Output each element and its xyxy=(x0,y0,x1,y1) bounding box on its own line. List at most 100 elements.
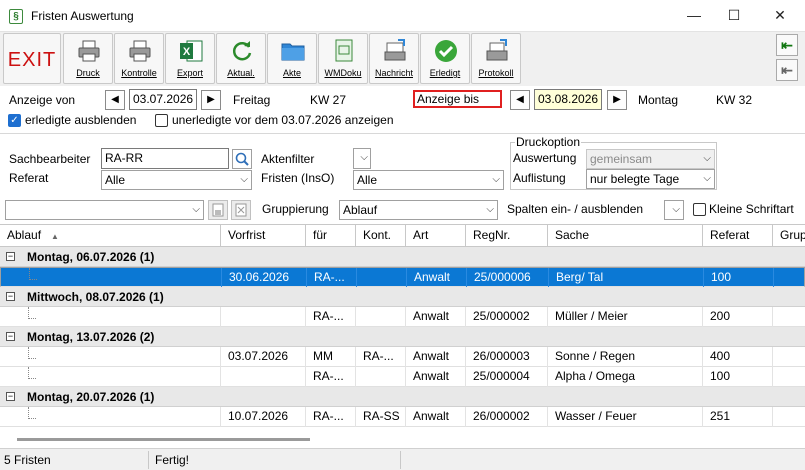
grouping-select[interactable]: Ablauf ⌵ xyxy=(339,200,498,220)
small-font-checkbox[interactable] xyxy=(693,203,706,216)
folder-icon xyxy=(281,43,305,61)
column-header-regnr[interactable]: RegNr. xyxy=(466,225,548,247)
save-view-button[interactable] xyxy=(208,200,228,220)
file-filter-dropdown[interactable]: ⌵ xyxy=(353,148,371,169)
protokoll-button[interactable]: Protokoll xyxy=(471,33,521,84)
collapse-icon[interactable]: − xyxy=(6,252,15,261)
from-weekday: Freitag xyxy=(233,93,271,107)
column-header-referat[interactable]: Referat xyxy=(703,225,773,247)
sort-ascending-icon: ▲ xyxy=(51,232,59,241)
document-icon xyxy=(335,39,353,62)
list-value: nur belegte Tage xyxy=(590,172,680,186)
to-prev-button[interactable]: ◀ xyxy=(510,90,530,110)
maximize-button[interactable]: ☐ xyxy=(714,0,754,30)
chevron-down-icon: ⌵ xyxy=(360,152,368,163)
table-row[interactable]: RA-... Anwalt 25/000002 Müller / Meier 200 xyxy=(0,307,805,327)
nav-right-enter-icon[interactable]: ⇤ xyxy=(776,34,798,56)
eval-select[interactable]: gemeinsam ⌵ xyxy=(586,149,715,169)
column-header-ablauf[interactable]: Ablauf ▲ xyxy=(0,225,221,247)
druck-label: Druck xyxy=(76,68,100,78)
minimize-button[interactable]: — xyxy=(674,0,714,30)
group-title: Montag, 20.07.2026 (1) xyxy=(27,390,155,404)
cell-referat: 100 xyxy=(704,268,774,288)
column-header-fuer[interactable]: für xyxy=(306,225,356,247)
group-header[interactable]: − Mittwoch, 08.07.2026 (1) xyxy=(0,287,805,307)
search-icon xyxy=(235,152,249,166)
collapse-icon[interactable]: − xyxy=(6,392,15,401)
group-title: Mittwoch, 08.07.2026 (1) xyxy=(27,290,164,304)
to-date-input[interactable]: 03.08.2026 xyxy=(534,89,602,110)
horizontal-scrollbar[interactable] xyxy=(17,438,310,441)
cell-ablauf xyxy=(0,367,221,387)
chevron-down-icon: ⌵ xyxy=(486,204,494,215)
close-button[interactable]: ✕ xyxy=(760,0,800,30)
table-row[interactable]: RA-... Anwalt 25/000004 Alpha / Omega 100 xyxy=(0,367,805,387)
saved-view-select[interactable]: ⌵ xyxy=(5,200,204,220)
export-button[interactable]: X Export xyxy=(165,33,215,84)
eval-label: Auswertung xyxy=(513,151,577,165)
group-header[interactable]: − Montag, 06.07.2026 (1) xyxy=(0,247,805,267)
cell-ablauf xyxy=(0,407,221,427)
cell-art: Anwalt xyxy=(406,347,466,367)
hide-done-checkbox[interactable]: ✓ xyxy=(8,114,21,127)
column-header-vorfrist[interactable]: Vorfrist xyxy=(221,225,306,247)
druck-button[interactable]: Druck xyxy=(63,33,113,84)
group-header[interactable]: − Montag, 20.07.2026 (1) xyxy=(0,387,805,407)
delete-icon xyxy=(235,203,247,217)
dept-select[interactable]: Alle ⌵ xyxy=(101,170,252,190)
from-prev-button[interactable]: ◀ xyxy=(105,90,125,110)
cell-kont: RA-SS xyxy=(356,407,406,427)
cell-sache: Sonne / Regen xyxy=(548,347,703,367)
column-header-grup[interactable]: Grup xyxy=(773,225,805,247)
cell-grup xyxy=(773,347,805,367)
wmdoku-button[interactable]: WMDoku xyxy=(318,33,368,84)
nachricht-button[interactable]: Nachricht xyxy=(369,33,419,84)
cell-grup xyxy=(773,307,805,327)
collapse-icon[interactable]: − xyxy=(6,332,15,341)
wmdoku-label: WMDoku xyxy=(324,68,362,78)
aktualisieren-button[interactable]: Aktual. xyxy=(216,33,266,84)
cell-vorfrist: 30.06.2026 xyxy=(222,268,307,288)
cell-regnr: 25/000006 xyxy=(467,268,549,288)
table-row[interactable]: 30.06.2026 RA-... Anwalt 25/000006 Berg/ Tal… xyxy=(0,267,805,288)
deadline-select[interactable]: Alle ⌵ xyxy=(353,170,504,190)
columns-label: Spalten ein- / ausblenden xyxy=(507,202,644,216)
akte-button[interactable]: Akte xyxy=(267,33,317,84)
log-icon xyxy=(486,39,508,61)
cell-regnr: 26/000002 xyxy=(466,407,548,427)
show-open-before-checkbox[interactable] xyxy=(155,114,168,127)
table-row[interactable]: 03.07.2026 MM RA-... Anwalt 26/000003 Sonne /… xyxy=(0,347,805,367)
status-state: Fertig! xyxy=(155,453,190,467)
collapse-icon[interactable]: − xyxy=(6,292,15,301)
from-date-input[interactable]: 03.07.2026 xyxy=(129,89,197,110)
cell-vorfrist xyxy=(221,307,306,327)
erledigt-button[interactable]: Erledigt xyxy=(420,33,470,84)
clerk-input[interactable]: RA-RR xyxy=(101,148,229,169)
column-header-kont[interactable]: Kont. xyxy=(356,225,406,247)
message-icon xyxy=(384,39,406,61)
status-separator xyxy=(400,451,401,469)
deadline-label: Fristen (InsO) xyxy=(261,171,335,185)
column-header-art[interactable]: Art xyxy=(406,225,466,247)
clerk-search-button[interactable] xyxy=(232,149,252,169)
list-select[interactable]: nur belegte Tage ⌵ xyxy=(586,169,715,189)
from-next-button[interactable]: ▶ xyxy=(201,90,221,110)
nachricht-label: Nachricht xyxy=(374,68,413,78)
column-header-sache[interactable]: Sache xyxy=(548,225,703,247)
file-filter-label: Aktenfilter xyxy=(261,152,315,166)
cell-sache: Müller / Meier xyxy=(548,307,703,327)
delete-view-button[interactable] xyxy=(231,200,251,220)
columns-dropdown[interactable]: ⌵ xyxy=(664,200,684,220)
list-label: Auflistung xyxy=(513,171,566,185)
cell-vorfrist xyxy=(221,367,306,387)
nav-right-exit-icon[interactable]: ⇤ xyxy=(776,59,798,81)
table-row[interactable]: 10.07.2026 RA-... RA-SS Anwalt 26/000002 Wass… xyxy=(0,407,805,427)
kontrolle-button[interactable]: Kontrolle xyxy=(114,33,164,84)
export-label: Export xyxy=(176,68,203,78)
group-header[interactable]: − Montag, 13.07.2026 (2) xyxy=(0,327,805,347)
cell-kont xyxy=(357,268,407,288)
chevron-down-icon: ⌵ xyxy=(192,204,200,215)
exit-button[interactable]: EXIT xyxy=(3,33,61,84)
dept-label: Referat xyxy=(9,171,49,185)
to-next-button[interactable]: ▶ xyxy=(607,90,627,110)
